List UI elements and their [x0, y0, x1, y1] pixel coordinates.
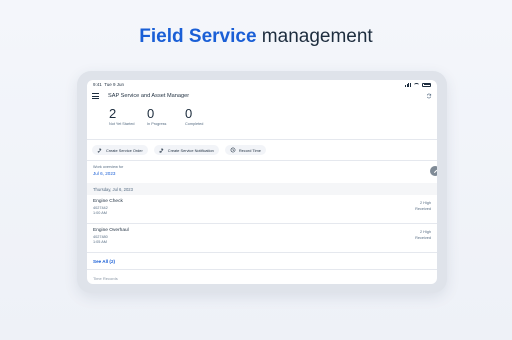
menu-icon[interactable] — [92, 93, 99, 99]
headline-rest: management — [261, 26, 373, 47]
headline-accent: Field Service — [139, 26, 257, 47]
counter-value: 0 — [185, 106, 193, 121]
see-all-link[interactable]: See All (2) — [87, 253, 437, 269]
create-service-order-button[interactable]: Create Service Order — [92, 145, 148, 155]
work-overview: Work overview for Jul 6, 2023 — [87, 161, 437, 183]
order-status: Received — [415, 207, 431, 211]
sync-icon[interactable] — [426, 93, 432, 99]
signal-icon — [405, 82, 411, 87]
section-header: Thursday, Jul 6, 2023 — [87, 183, 437, 195]
counter-in-progress[interactable]: 0 In Progress — [147, 107, 185, 139]
order-title: Engine Check — [93, 199, 123, 204]
app-screen: 9:41 Tue 9 Jun SAP Service and Asset Man… — [87, 80, 437, 284]
order-title: Engine Overhaul — [93, 228, 129, 233]
clock-icon — [230, 147, 236, 153]
order-time: 1:00 AM — [93, 211, 107, 215]
counter-label: Not Yet Started — [109, 122, 135, 126]
wifi-icon — [414, 82, 419, 87]
counter-completed[interactable]: 0 Completed — [185, 107, 223, 139]
record-time-button[interactable]: Record Time — [224, 145, 266, 155]
counter-label: In Progress — [147, 122, 167, 126]
overview-date[interactable]: Jul 6, 2023 — [93, 171, 431, 176]
next-section-header: Time Records — [87, 269, 437, 281]
counter-value: 2 — [109, 106, 117, 121]
create-service-notification-button[interactable]: Create Service Notification — [153, 145, 219, 155]
status-bar: 9:41 Tue 9 Jun — [87, 80, 437, 89]
order-time: 1:05 AM — [93, 240, 107, 244]
action-label: Create Service Order — [106, 147, 143, 153]
app-bar: SAP Service and Asset Manager — [87, 89, 437, 103]
create-notification-icon — [159, 148, 164, 153]
headline: Field Service management — [0, 26, 512, 48]
action-label: Create Service Notification — [167, 147, 214, 153]
counter-not-started[interactable]: 2 Not Yet Started — [109, 107, 147, 139]
overview-label: Work overview for — [93, 165, 124, 169]
create-order-icon — [97, 148, 102, 153]
counter-label: Completed — [185, 122, 204, 126]
work-order-item[interactable]: Engine Overhaul 4027480 1:05 AM 2 High R… — [87, 224, 437, 253]
pencil-icon — [433, 169, 437, 173]
tablet-frame: 9:41 Tue 9 Jun SAP Service and Asset Man… — [77, 71, 447, 293]
app-title: SAP Service and Asset Manager — [108, 93, 190, 99]
order-status: Received — [415, 236, 431, 240]
edit-button[interactable] — [430, 166, 437, 176]
status-counters: 2 Not Yet Started 0 In Progress 0 Comple… — [87, 103, 437, 139]
quick-actions: Create Service Order Create Service Noti… — [87, 140, 437, 160]
status-date: Tue 9 Jun — [104, 82, 125, 87]
counter-value: 0 — [147, 106, 155, 121]
work-order-item[interactable]: Engine Check 4027442 1:00 AM 2 High Rece… — [87, 195, 437, 224]
action-label: Record Time — [238, 147, 261, 153]
status-time: 9:41 — [93, 82, 102, 87]
battery-icon — [422, 82, 431, 87]
